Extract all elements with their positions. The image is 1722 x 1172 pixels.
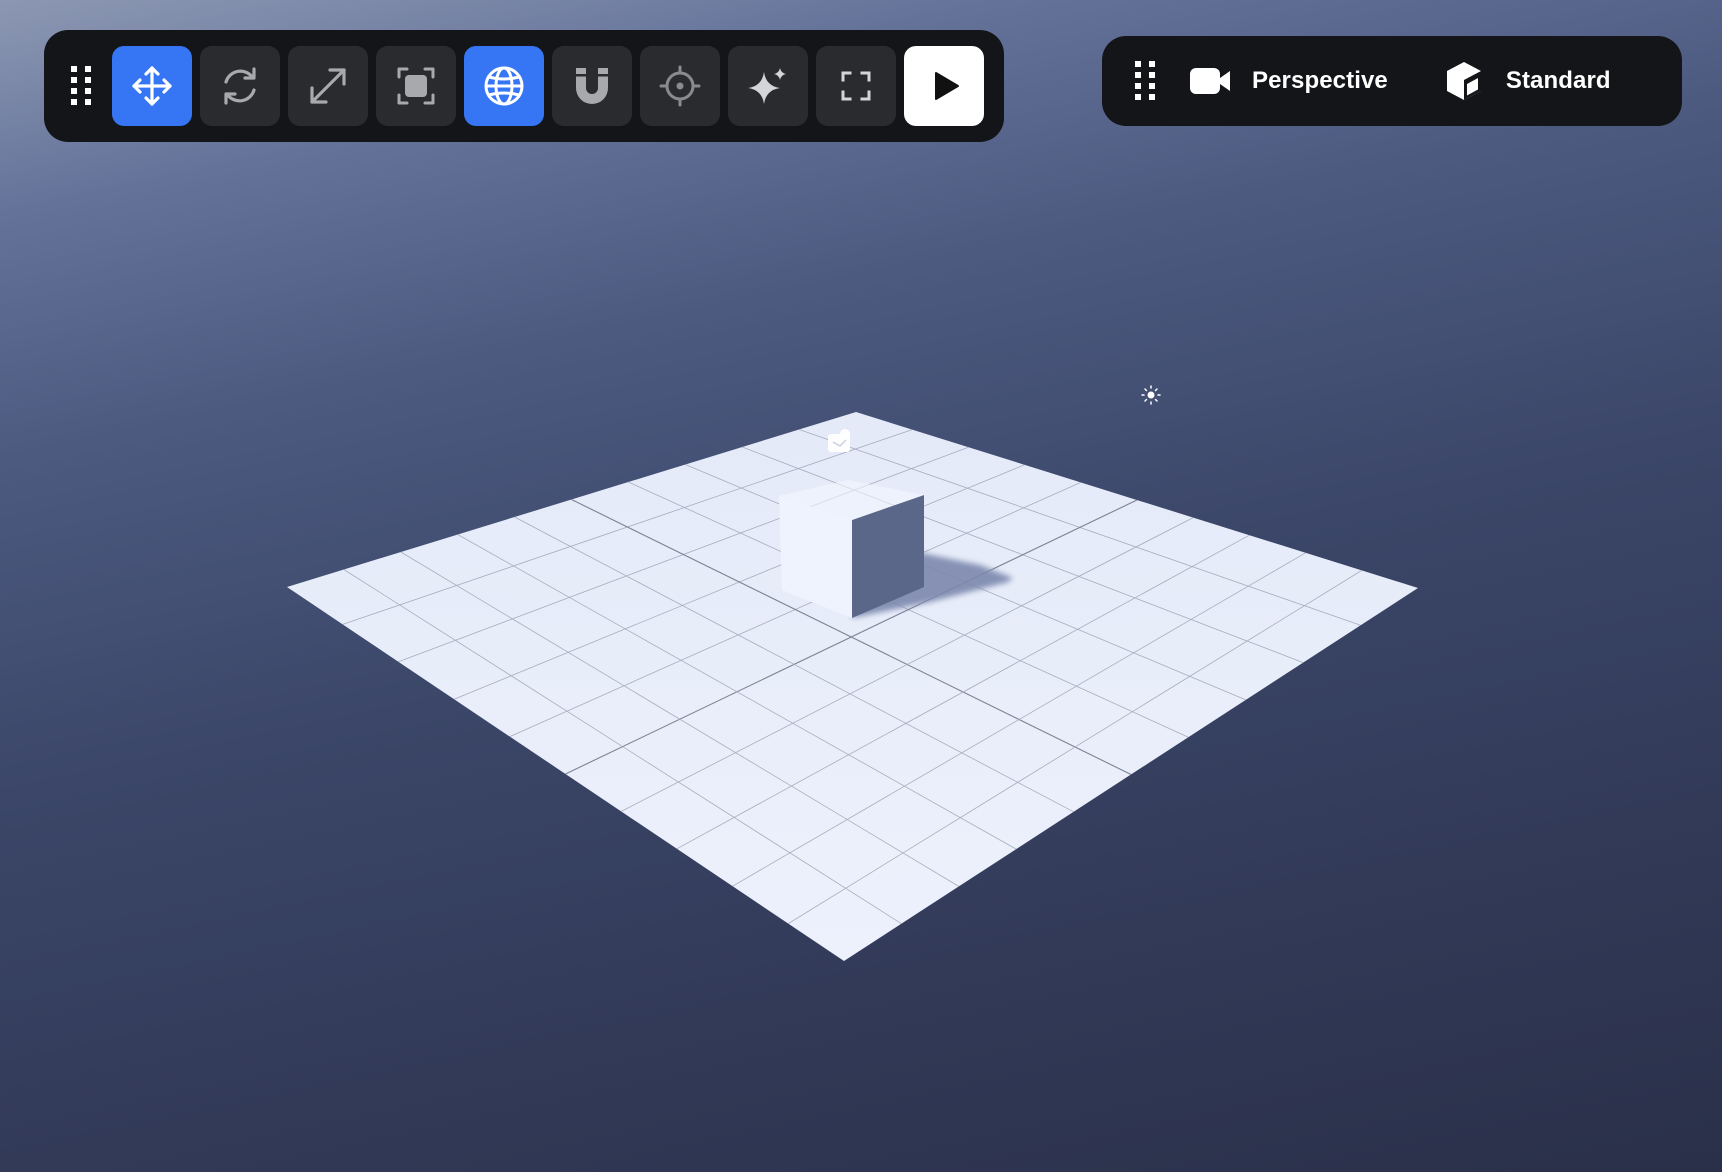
rotate-tool-button[interactable] (200, 46, 280, 126)
effects-toggle-button[interactable] (728, 46, 808, 126)
camera-mode-label: Perspective (1252, 67, 1388, 94)
frame-selection-button[interactable] (816, 46, 896, 126)
world-space-toggle-button[interactable] (464, 46, 544, 126)
pivot-toggle-button[interactable] (640, 46, 720, 126)
toolbar-drag-handle-icon[interactable] (64, 58, 100, 114)
shading-mode-button[interactable]: Standard (1442, 51, 1611, 111)
video-camera-icon (1188, 59, 1232, 103)
rect-transform-tool-button[interactable] (376, 46, 456, 126)
play-icon (935, 72, 959, 100)
snap-toggle-button[interactable] (552, 46, 632, 126)
view-panel-drag-handle-icon[interactable] (1128, 53, 1164, 109)
scene-canvas[interactable] (0, 0, 1722, 1172)
light-gizmo-icon[interactable] (1141, 385, 1161, 405)
magnet-icon (576, 68, 608, 104)
fullscreen-corners-icon (841, 71, 871, 101)
transform-toolbar (44, 30, 1004, 142)
move-tool-button[interactable] (112, 46, 192, 126)
sparkle-icon (748, 68, 786, 104)
scale-diagonal-icon (310, 68, 346, 104)
scale-tool-button[interactable] (288, 46, 368, 126)
scene-viewport[interactable]: Perspective Standard (0, 0, 1722, 1172)
cube-icon (1442, 59, 1486, 103)
move-arrows-icon (132, 66, 172, 106)
crosshair-icon (659, 65, 701, 107)
bounding-box-icon (397, 67, 435, 105)
shading-mode-label: Standard (1505, 67, 1611, 94)
globe-icon (484, 66, 524, 106)
camera-mode-button[interactable]: Perspective (1188, 51, 1388, 111)
rotate-icon (224, 67, 256, 105)
play-button[interactable] (904, 46, 984, 126)
view-options-panel: Perspective Standard (1102, 36, 1682, 126)
